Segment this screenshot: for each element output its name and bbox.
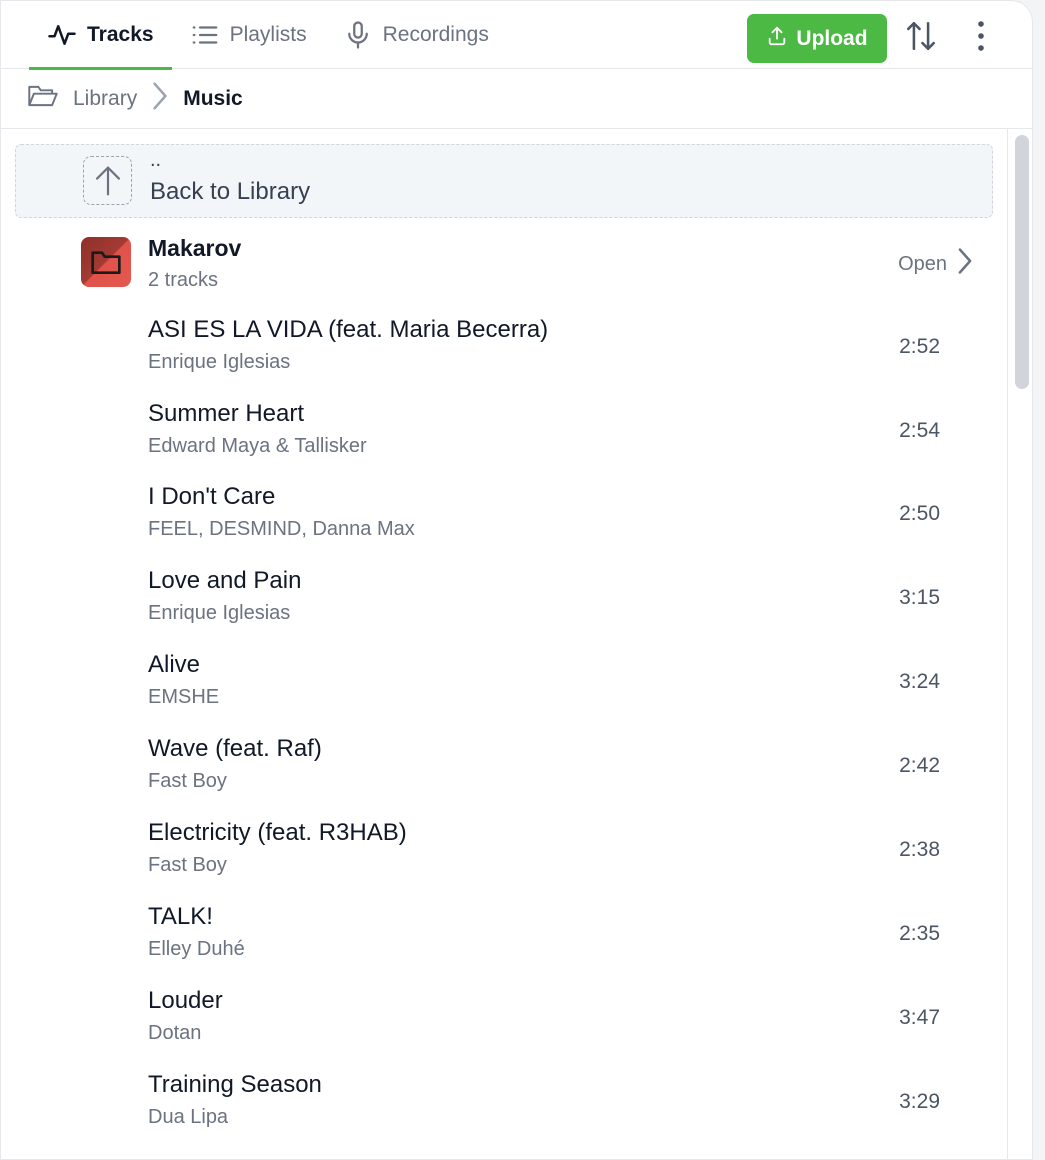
track-row[interactable]: TALK! Elley Duhé 2:35 [1, 903, 1001, 987]
track-title: Summer Heart [148, 400, 305, 427]
album-title: Makarov [148, 235, 242, 261]
track-row[interactable]: Training Season Dua Lipa 3:29 [1, 1071, 1001, 1155]
track-title: Love and Pain [148, 567, 302, 594]
track-title: Wave (feat. Raf) [148, 735, 322, 762]
folder-open-icon [27, 82, 59, 116]
album-open-link[interactable]: Open [898, 247, 973, 281]
track-duration: 2:42 [899, 754, 940, 777]
breadcrumb: Library Music [1, 69, 1032, 129]
track-duration: 2:38 [899, 838, 940, 861]
track-duration: 2:52 [899, 335, 940, 358]
track-title: I Don't Care [148, 483, 276, 510]
back-to-library-row[interactable]: .. Back to Library [15, 144, 993, 218]
track-artist: Elley Duhé [148, 938, 245, 960]
more-button[interactable] [958, 15, 1004, 61]
chevron-right-icon [957, 247, 973, 281]
track-artist: EMSHE [148, 686, 220, 708]
track-artist: Enrique Iglesias [148, 602, 291, 624]
track-row[interactable]: ASI ES LA VIDA (feat. Maria Becerra) Enr… [1, 316, 1001, 400]
sort-arrows-icon [904, 18, 938, 59]
track-row[interactable]: Electricity (feat. R3HAB) Fast Boy 2:38 [1, 819, 1001, 903]
album-row[interactable]: Makarov 2 tracks Open [1, 229, 1001, 301]
tab-playlists[interactable]: Playlists [172, 1, 325, 69]
upload-button[interactable]: Upload [747, 14, 887, 63]
more-vertical-icon [976, 20, 986, 57]
music-panel: Tracks Playlists Recordings Upload Libra… [0, 0, 1033, 1160]
tab-tracks[interactable]: Tracks [29, 1, 172, 70]
track-list: .. Back to Library Makarov 2 tracks Open… [1, 129, 1032, 1159]
header: Tracks Playlists Recordings Upload [1, 1, 1032, 70]
scrollbar-thumb[interactable] [1015, 135, 1029, 389]
tab-bar: Tracks Playlists Recordings [29, 1, 507, 70]
breadcrumb-library[interactable]: Library [73, 87, 137, 111]
parent-dots: .. [150, 149, 162, 171]
track-duration: 3:29 [899, 1090, 940, 1113]
track-title: TALK! [148, 903, 213, 930]
track-title: Louder [148, 987, 223, 1014]
track-artist: Dua Lipa [148, 1106, 229, 1128]
arrow-up-icon [83, 156, 132, 205]
track-artist: Fast Boy [148, 770, 227, 792]
list-icon [190, 20, 220, 50]
upload-icon [766, 25, 788, 53]
track-duration: 3:24 [899, 670, 940, 693]
track-duration: 2:50 [899, 502, 940, 525]
track-title: Training Season [148, 1071, 322, 1098]
microphone-icon [343, 20, 373, 50]
track-duration: 3:47 [899, 1006, 940, 1029]
album-open-label: Open [898, 252, 947, 275]
track-artist: Enrique Iglesias [148, 351, 291, 373]
track-duration: 3:15 [899, 586, 940, 609]
breadcrumb-current: Music [183, 86, 243, 110]
track-duration: 2:35 [899, 922, 940, 945]
track-row[interactable]: Summer Heart Edward Maya & Tallisker 2:5… [1, 400, 1001, 484]
track-row[interactable]: Love and Pain Enrique Iglesias 3:15 [1, 567, 1001, 651]
tab-recordings-label: Recordings [382, 23, 489, 46]
track-row[interactable]: Louder Dotan 3:47 [1, 987, 1001, 1071]
track-row[interactable]: Wave (feat. Raf) Fast Boy 2:42 [1, 735, 1001, 819]
track-row[interactable]: Alive EMSHE 3:24 [1, 651, 1001, 735]
chevron-right-icon [151, 81, 169, 117]
track-artist: Fast Boy [148, 854, 227, 876]
scrollbar[interactable] [1007, 129, 1032, 1159]
track-title: Alive [148, 651, 201, 678]
upload-label: Upload [796, 26, 868, 50]
tab-tracks-label: Tracks [87, 23, 154, 46]
track-artist: Dotan [148, 1022, 202, 1044]
back-to-library-label: Back to Library [150, 178, 311, 205]
track-row[interactable]: I Don't Care FEEL, DESMIND, Danna Max 2:… [1, 483, 1001, 567]
album-folder-icon [81, 237, 131, 287]
sort-button[interactable] [898, 15, 944, 61]
track-artist: FEEL, DESMIND, Danna Max [148, 518, 415, 540]
activity-icon [47, 20, 77, 50]
track-title: ASI ES LA VIDA (feat. Maria Becerra) [148, 316, 549, 343]
tab-recordings[interactable]: Recordings [325, 1, 507, 69]
tab-playlists-label: Playlists [229, 23, 307, 46]
track-title: Electricity (feat. R3HAB) [148, 819, 407, 846]
track-duration: 2:54 [899, 419, 940, 442]
album-track-count: 2 tracks [148, 269, 219, 291]
track-artist: Edward Maya & Tallisker [148, 435, 367, 457]
